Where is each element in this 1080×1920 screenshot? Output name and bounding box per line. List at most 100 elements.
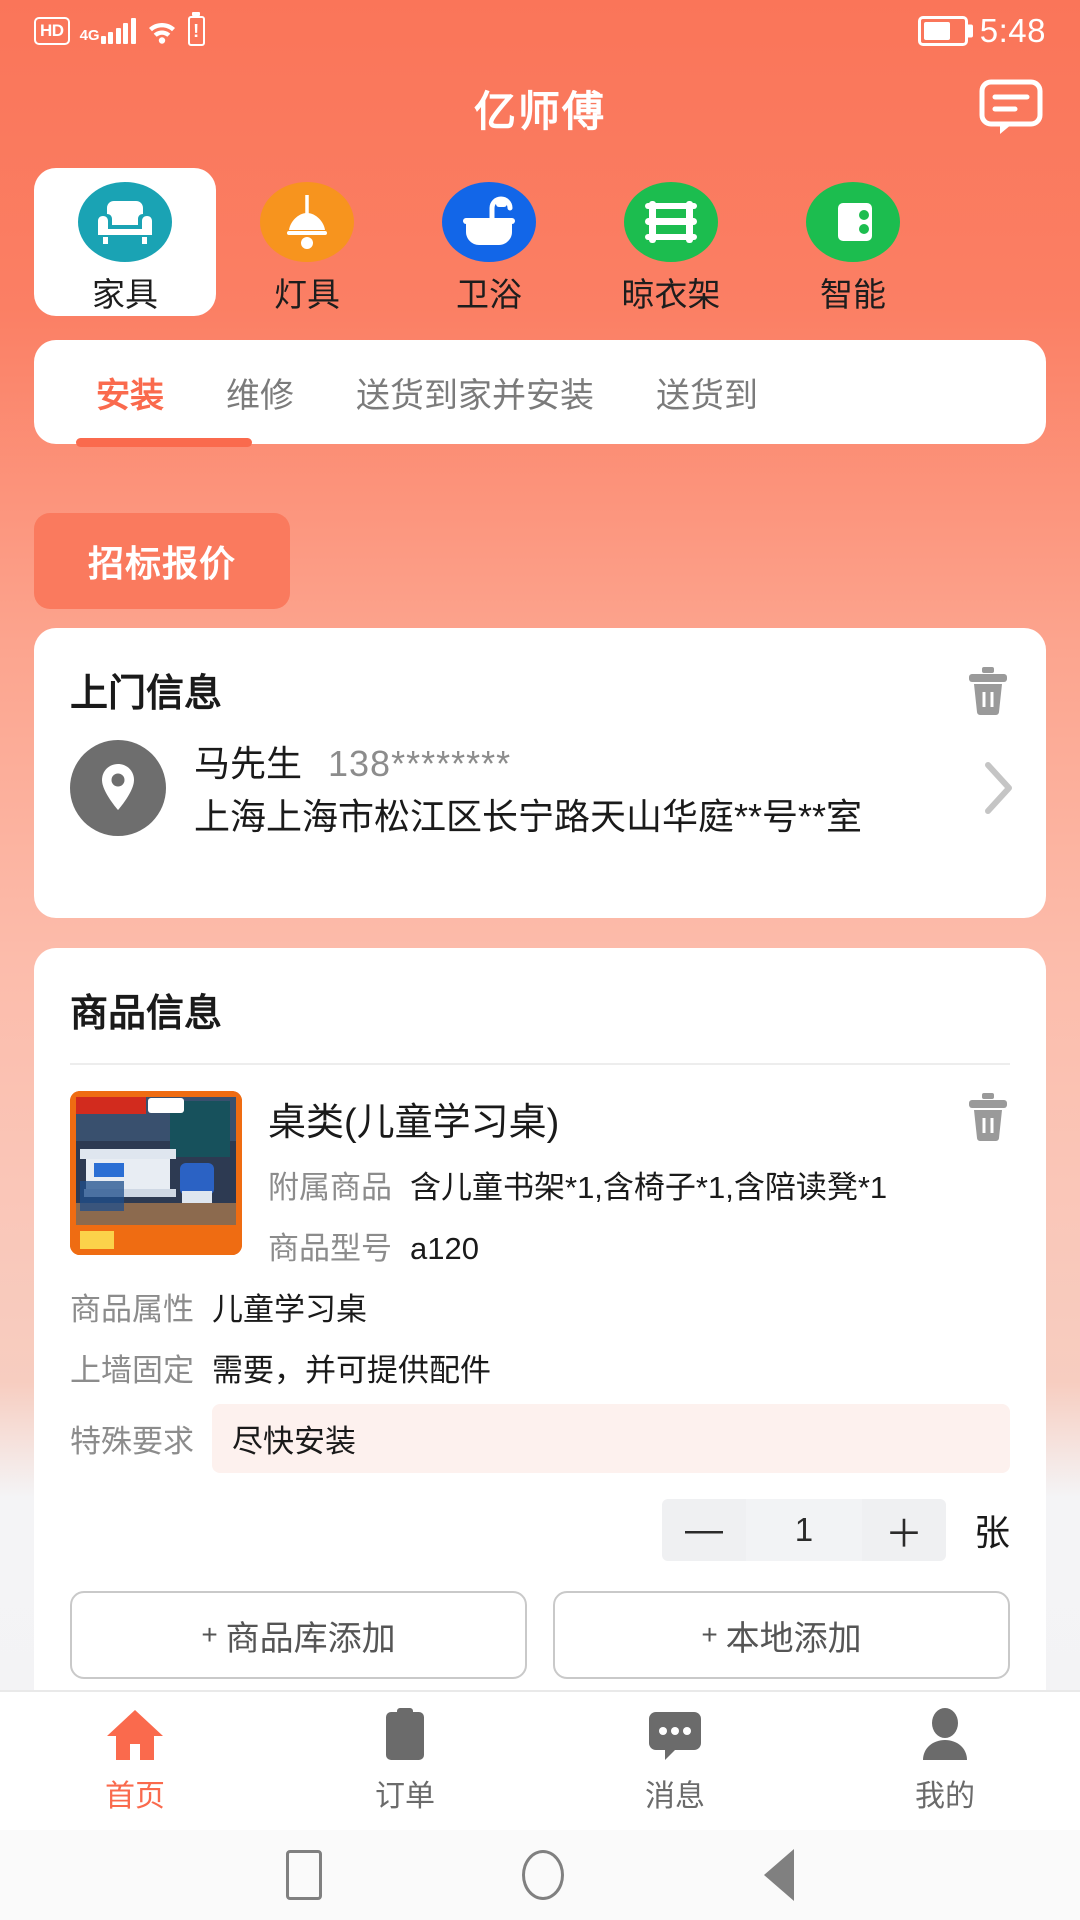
visit-card-header: 上门信息 — [34, 628, 1046, 717]
network-type-label: 4G — [79, 27, 100, 44]
nav-item-profile[interactable]: 我的 — [810, 1707, 1080, 1815]
trash-icon[interactable] — [966, 1091, 1010, 1141]
visit-details: 马先生 138******** 上海上海市松江区长宁路天山华庭**号**室 — [194, 735, 954, 842]
goods-field-accessories: 附属商品 含儿童书架*1,含椅子*1,含陪读凳*1 — [268, 1162, 940, 1207]
nav-label: 订单 — [375, 1780, 435, 1813]
goods-field-special-request: 特殊要求 尽快安装 — [70, 1404, 1010, 1473]
field-value: 需要，并可提供配件 — [212, 1353, 491, 1388]
chevron-right-icon[interactable] — [982, 759, 1016, 817]
home-icon — [105, 1707, 165, 1763]
tab-deliver[interactable]: 送货到 — [656, 368, 758, 417]
category-item-bathroom[interactable]: 卫浴 — [398, 168, 580, 316]
bid-quote-button[interactable]: 招标报价 — [34, 513, 291, 609]
category-item-lamp[interactable]: 灯具 — [216, 168, 398, 316]
nav-item-messages[interactable]: 消息 — [540, 1707, 810, 1815]
contact-address: 上海上海市松江区长宁路天山华庭**号**室 — [194, 796, 863, 837]
home-circle-icon[interactable] — [522, 1850, 564, 1900]
nav-label: 我的 — [915, 1780, 975, 1813]
app-header: 亿师傅 — [0, 62, 1080, 154]
bottom-navigation: 首页 订单 消息 我的 — [0, 1690, 1080, 1830]
category-label: 灯具 — [274, 276, 340, 313]
goods-card-header: 商品信息 — [34, 948, 1046, 1037]
quantity-unit: 张 — [973, 1512, 1010, 1553]
field-value: 含儿童书架*1,含椅子*1,含陪读凳*1 — [410, 1170, 888, 1205]
active-tab-indicator — [76, 438, 252, 447]
category-label: 家具 — [92, 276, 158, 313]
goods-item: 桌类(儿童学习桌) 附属商品 含儿童书架*1,含椅子*1,含陪读凳*1 商品型号… — [34, 1065, 1046, 1268]
visit-card-title: 上门信息 — [70, 673, 223, 715]
contact-name: 马先生 — [194, 743, 303, 784]
recents-square-icon[interactable] — [286, 1850, 322, 1900]
chat-bubble-icon[interactable] — [978, 78, 1044, 138]
status-bar: HD 4G ! 5:48 — [0, 0, 1080, 62]
quantity-value[interactable]: 1 — [745, 1499, 862, 1561]
category-item-smart[interactable]: 智能 — [762, 168, 944, 316]
category-label: 卫浴 — [456, 276, 522, 313]
add-local-label: 本地添加 — [725, 1619, 862, 1658]
hd-icon: HD — [34, 17, 70, 45]
back-triangle-icon[interactable] — [764, 1849, 794, 1901]
tab-deliver-and-install[interactable]: 送货到家并安装 — [356, 368, 594, 417]
message-icon — [647, 1707, 703, 1763]
plus-icon: + — [701, 1619, 718, 1650]
visit-info-card: 上门信息 马先生 138******** 上海上海市松江区长宁路天山华庭**号*… — [34, 628, 1046, 918]
goods-field-attribute: 商品属性 儿童学习桌 — [34, 1284, 1046, 1329]
smart-device-icon — [806, 182, 900, 262]
quantity-increase-button[interactable]: ＋ — [861, 1499, 946, 1561]
status-bar-left: HD 4G ! — [34, 16, 205, 46]
trash-icon[interactable] — [966, 665, 1010, 715]
visit-card-body[interactable]: 马先生 138******** 上海上海市松江区长宁路天山华庭**号**室 — [34, 717, 1046, 842]
add-from-catalog-button[interactable]: + 商品库添加 — [70, 1591, 527, 1679]
pendant-lamp-icon — [260, 182, 354, 262]
wifi-icon — [148, 23, 175, 44]
product-name: 桌类(儿童学习桌) — [268, 1102, 560, 1144]
nav-item-orders[interactable]: 订单 — [270, 1707, 540, 1815]
quantity-stepper[interactable]: — 1 ＋ — [661, 1499, 946, 1561]
map-pin-icon — [70, 740, 166, 837]
clock-time: 5:48 — [979, 12, 1046, 49]
contact-line: 马先生 138******** — [194, 735, 954, 787]
tab-install[interactable]: 安装 — [96, 368, 164, 417]
quantity-decrease-button[interactable]: — — [661, 1499, 746, 1561]
network-type-icon: 4G — [80, 18, 136, 44]
field-key: 上墙固定 — [70, 1353, 194, 1388]
add-product-buttons: + 商品库添加 + 本地添加 — [34, 1561, 1046, 1679]
page-title: 亿师傅 — [473, 87, 606, 135]
goods-field-model: 商品型号 a120 — [268, 1223, 940, 1268]
tab-repair[interactable]: 维修 — [226, 368, 294, 417]
service-tab-bar[interactable]: 安装 维修 送货到家并安装 送货到 — [34, 340, 1046, 444]
nav-label: 消息 — [645, 1780, 705, 1813]
field-key: 附属商品 — [268, 1170, 392, 1205]
field-key: 特殊要求 — [70, 1424, 194, 1459]
nav-label: 首页 — [105, 1780, 165, 1813]
category-item-furniture[interactable]: 家具 — [34, 168, 216, 316]
category-scroller[interactable]: 家具 灯具 卫浴 晾衣架 智能 — [0, 168, 1080, 316]
add-from-catalog-label: 商品库添加 — [225, 1619, 396, 1658]
person-icon — [919, 1707, 971, 1763]
special-request-input[interactable]: 尽快安装 — [212, 1404, 1010, 1473]
quantity-row: — 1 ＋ 张 — [34, 1473, 1046, 1561]
clothes-rack-icon — [624, 182, 718, 262]
contact-phone: 138******** — [328, 743, 512, 784]
category-label: 智能 — [820, 276, 886, 313]
field-key: 商品型号 — [268, 1231, 392, 1266]
field-value: a120 — [410, 1231, 479, 1266]
battery-icon — [917, 16, 968, 46]
goods-field-wall-mount: 上墙固定 需要，并可提供配件 — [34, 1345, 1046, 1390]
plus-icon: + — [201, 1619, 218, 1650]
system-navigation-bar — [0, 1830, 1080, 1920]
product-thumbnail[interactable] — [70, 1091, 242, 1255]
field-value: 儿童学习桌 — [212, 1292, 367, 1327]
signal-bars-icon — [100, 18, 136, 44]
goods-main-details: 桌类(儿童学习桌) 附属商品 含儿童书架*1,含椅子*1,含陪读凳*1 商品型号… — [268, 1091, 940, 1268]
app-screen: HD 4G ! 5:48 亿师傅 家具 灯具 卫浴 晾衣架 智能 安装 维修 送… — [0, 0, 1080, 1920]
status-bar-right: 5:48 — [917, 12, 1046, 50]
field-key: 商品属性 — [70, 1292, 194, 1327]
sofa-icon — [78, 182, 172, 262]
goods-card-title: 商品信息 — [70, 993, 223, 1035]
nav-item-home[interactable]: 首页 — [0, 1707, 270, 1815]
category-item-drying-rack[interactable]: 晾衣架 — [580, 168, 762, 316]
bathtub-icon — [442, 182, 536, 262]
add-local-button[interactable]: + 本地添加 — [553, 1591, 1010, 1679]
battery-alert-icon: ! — [187, 16, 205, 46]
